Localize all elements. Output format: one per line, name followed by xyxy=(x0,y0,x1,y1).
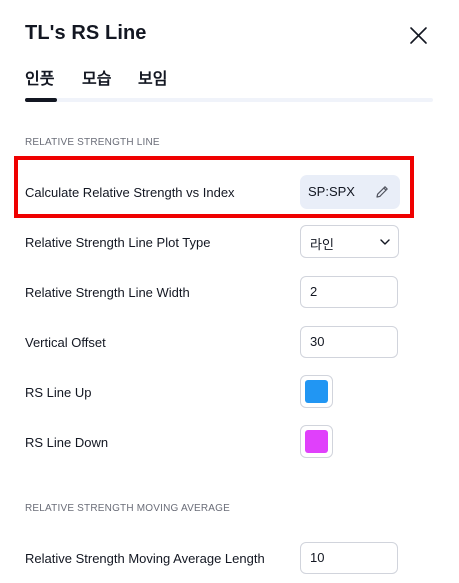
rs-line-up-swatch xyxy=(305,380,328,403)
dialog-title: TL's RS Line xyxy=(25,22,147,44)
rs-line-up-color-button[interactable] xyxy=(300,375,333,408)
tab-inputs[interactable]: 인풋 xyxy=(25,70,54,98)
tab-visibility[interactable]: 보임 xyxy=(138,70,167,98)
index-symbol-button[interactable]: SP:SPX xyxy=(300,175,400,209)
close-button[interactable] xyxy=(404,22,432,50)
line-width-label: Relative Strength Line Width xyxy=(25,285,190,300)
index-label: Calculate Relative Strength vs Index xyxy=(25,185,235,200)
ma-length-label: Relative Strength Moving Average Length xyxy=(25,551,265,566)
plot-type-select[interactable]: 라인 xyxy=(300,225,399,258)
ma-length-input[interactable]: 10 xyxy=(300,542,398,574)
tab-style[interactable]: 모습 xyxy=(82,70,111,98)
close-icon xyxy=(410,27,427,44)
rs-line-down-swatch xyxy=(305,430,328,453)
vertical-offset-label: Vertical Offset xyxy=(25,335,106,350)
section-header-rs-ma: RELATIVE STRENGTH MOVING AVERAGE xyxy=(25,503,230,514)
tab-bar: 인풋 모습 보임 xyxy=(25,70,433,102)
rs-line-down-color-button[interactable] xyxy=(300,425,333,458)
tab-bar-track xyxy=(25,98,433,102)
tab-active-indicator xyxy=(25,98,57,102)
rs-line-down-label: RS Line Down xyxy=(25,435,109,450)
plot-type-value: 라인 xyxy=(310,237,334,252)
settings-dialog: TL's RS Line 인풋 모습 보임 RELATIVE STRENGTH … xyxy=(0,0,459,583)
line-width-input[interactable]: 2 xyxy=(300,276,398,308)
rs-line-up-label: RS Line Up xyxy=(25,385,92,400)
index-symbol-value: SP:SPX xyxy=(308,184,355,199)
pencil-icon xyxy=(376,186,388,198)
vertical-offset-input[interactable]: 30 xyxy=(300,326,398,358)
section-header-rs-line: RELATIVE STRENGTH LINE xyxy=(25,137,160,148)
chevron-down-icon xyxy=(380,239,390,245)
plot-type-label: Relative Strength Line Plot Type xyxy=(25,235,211,250)
